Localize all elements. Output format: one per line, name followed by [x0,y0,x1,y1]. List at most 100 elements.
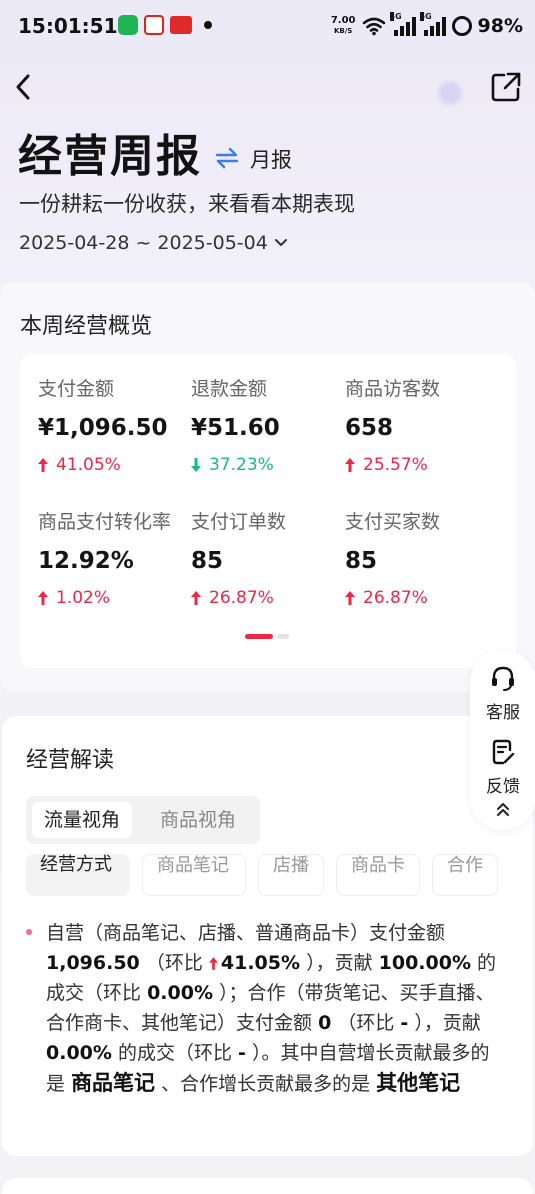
metric-buyer-count[interactable]: 支付买家数 85 26.87% [345,507,497,608]
network-speed-unit: KB/S [333,27,353,35]
chevron-down-icon [274,239,287,246]
top-self-channel: 商品笔记 [71,1071,156,1095]
arrow-up-icon [208,957,218,970]
network-speed-value: 7.00 [330,15,356,26]
floating-service-panel: 客服 反馈 [470,650,535,830]
value-change-text: 41.05% [220,952,301,974]
red-app-icon [170,16,192,34]
metric-change: 41.05% [38,455,190,475]
page-indicator [245,634,289,639]
date-range-text: 2025-04-28 ~ 2025-05-04 [19,232,268,254]
reading-paragraph: 自营（商品笔记、店播、普通商品卡）支付金额 1,096.50 （环比 41.05… [26,918,508,1099]
swap-icon[interactable] [214,146,240,170]
tab-traffic-perspective[interactable]: 流量视角 [32,802,133,838]
wechat-icon [118,15,138,35]
metric-value: 12.92% [38,548,134,574]
headset-icon [492,666,514,691]
monthly-report-link[interactable]: 月报 [250,144,292,174]
value-coop-contribution: 0.00% [46,1042,112,1064]
cell-signal-1-icon: 5G [389,12,416,36]
date-range-selector[interactable]: 2025-04-28 ~ 2025-05-04 [19,232,288,254]
value-change: 41.05% [208,952,301,974]
page-title: 经营周报 [18,131,202,182]
metric-order-count[interactable]: 支付订单数 85 26.87% [191,507,343,608]
feedback-label: 反馈 [486,777,520,797]
text-segment: 自营（商品笔记、店播、普通商品卡）支付金额 [46,922,446,944]
feedback-button[interactable]: 反馈 [470,738,535,797]
more-notifications-dot [204,21,212,29]
metric-refund-amount[interactable]: 退款金额 ¥51.60 37.23% [191,374,343,475]
cell-signal-2-icon: 5G [419,12,446,36]
metric-payment-amount[interactable]: 支付金额 ¥1,096.50 41.05% [38,374,190,475]
chip-business-mode[interactable]: 经营方式 [26,854,130,896]
customer-service-label: 客服 [486,703,520,723]
app-notification-icon [144,15,164,35]
arrow-up-icon [191,591,201,605]
metric-value: 85 [191,548,224,574]
chip-product-card[interactable]: 商品卡 [336,854,420,896]
value-coop-payment: 0 [318,1012,332,1034]
value-payment: 1,096.50 [46,952,140,974]
metric-product-visitors[interactable]: 商品访客数 658 25.57% [345,374,497,475]
battery-level: 98% [477,15,523,37]
metric-change-value: 37.23% [209,455,274,475]
chip-product-notes[interactable]: 商品笔记 [142,854,246,896]
business-reading-card: 经营解读 流量视角 商品视角 经营方式 商品笔记 店播 商品卡 合作 自营（商品… [2,716,533,1156]
network-type-2: 5G [419,12,432,21]
overview-card: 本周经营概览 支付金额 ¥1,096.50 41.05% 退款金额 ¥51.60… [0,282,535,692]
arrow-up-icon [38,591,48,605]
chip-live-stream[interactable]: 店播 [258,854,324,896]
header-decoration [435,78,465,108]
reading-text: 自营（商品笔记、店播、普通商品卡）支付金额 1,096.50 （环比 41.05… [46,918,508,1099]
network-speed: 7.00 KB/S [331,16,356,36]
metric-value: 658 [345,415,394,441]
status-bar: 15:01:51 7.00 KB/S 5G 5G 98% [0,0,535,54]
wifi-icon [362,17,385,36]
metric-change: 26.87% [345,588,497,608]
status-time: 15:01:51 [18,14,118,38]
notification-icons [118,14,212,36]
value-coop-contribution-change: - [238,1042,246,1064]
metric-label: 商品支付转化率 [38,511,172,533]
metrics-panel[interactable]: 支付金额 ¥1,096.50 41.05% 退款金额 ¥51.60 37.23%… [20,354,516,668]
next-section-card [2,1178,533,1194]
value-coop-change: - [400,1012,409,1034]
metric-change-value: 26.87% [363,588,428,608]
top-coop-channel: 其他笔记 [376,1071,461,1095]
metric-value: 85 [345,548,378,574]
metric-change-value: 25.57% [363,455,428,475]
metric-change: 26.87% [191,588,343,608]
chevron-left-icon [16,74,30,100]
tab-product-perspective[interactable]: 商品视角 [148,802,248,838]
page-indicator-inactive [277,634,289,639]
share-button[interactable] [489,70,523,104]
bullet-dot [26,929,32,935]
page-indicator-active [245,634,273,639]
text-segment: ），贡献 [414,1012,481,1034]
share-icon [491,72,521,102]
value-contribution-change: 0.00% [147,982,213,1004]
battery-icon [451,16,472,36]
text-segment: 、合作增长贡献最多的是 [161,1073,371,1095]
metric-change-value: 1.02% [56,588,111,608]
metric-value: ¥1,096.50 [38,415,168,441]
text-segment: （环比 [337,1012,395,1034]
metric-change-value: 41.05% [56,455,121,475]
value-contribution: 100.00% [378,952,471,974]
feedback-icon [492,739,515,765]
metric-conversion-rate[interactable]: 商品支付转化率 12.92% 1.02% [38,507,190,608]
chip-cooperation[interactable]: 合作 [432,854,498,896]
customer-service-button[interactable]: 客服 [470,664,535,723]
metric-label: 支付金额 [38,378,115,400]
metric-value: ¥51.60 [191,415,280,441]
overview-title: 本周经营概览 [20,314,153,339]
page-subtitle: 一份耕耘一份收获，来看看本期表现 [19,192,355,216]
double-chevron-up-icon[interactable] [493,800,513,820]
arrow-up-icon [345,458,355,472]
text-segment: ），贡献 [306,952,373,974]
metric-change-value: 26.87% [209,588,274,608]
metric-label: 商品访客数 [345,378,441,400]
metric-label: 支付买家数 [345,511,441,533]
arrow-up-icon [38,458,48,472]
back-button[interactable] [10,70,40,104]
